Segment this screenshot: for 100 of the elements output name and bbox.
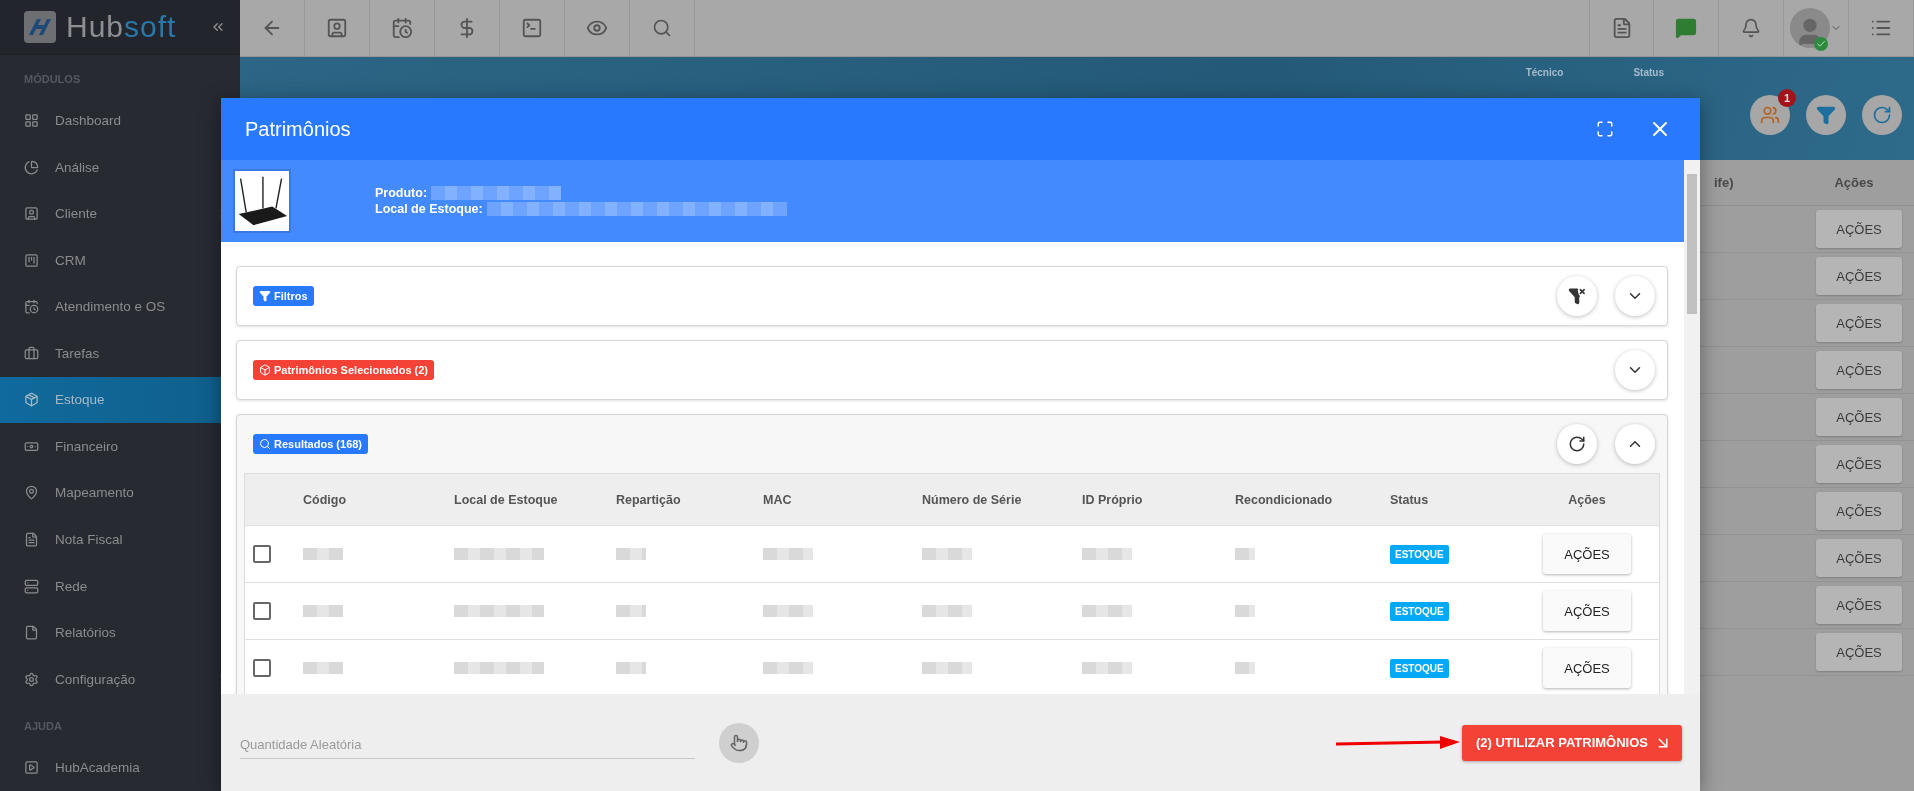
file-icon: [24, 625, 39, 641]
column-header: Código: [303, 492, 348, 507]
row-checkbox[interactable]: [253, 659, 271, 677]
sidebar-item[interactable]: Financeiro: [0, 423, 240, 470]
logo-icon: [24, 11, 56, 44]
sidebar-item[interactable]: Rede: [0, 562, 240, 610]
blurred-value: [303, 605, 343, 617]
column-header: ID Próprio: [1082, 492, 1144, 507]
sidebar-item[interactable]: Tarefas: [0, 330, 240, 377]
section-tag[interactable]: Filtros: [253, 286, 314, 306]
actions-button[interactable]: AÇÕES: [1816, 492, 1902, 530]
pointer-button[interactable]: [719, 722, 759, 763]
blurred-value: [616, 662, 646, 674]
bell-icon: [1741, 18, 1761, 38]
section-tag[interactable]: Resultados (168): [253, 434, 369, 454]
refresh-icon: [1872, 105, 1892, 125]
settings-icon: [24, 671, 39, 687]
pie-chart-icon: [24, 159, 39, 175]
briefcase-icon: [24, 345, 39, 361]
filter-button[interactable]: [1806, 95, 1846, 135]
clear-filter-icon: [1568, 287, 1586, 305]
document-icon: [24, 532, 39, 547]
count-badge: 1: [1778, 89, 1796, 107]
pdf-button[interactable]: [1589, 0, 1654, 56]
actions-button[interactable]: AÇÕES: [1816, 257, 1902, 295]
blurred-value: [922, 662, 972, 674]
column-header: Número de Série: [922, 492, 1023, 507]
actions-button[interactable]: AÇÕES: [1816, 586, 1902, 624]
blurred-value: [763, 662, 813, 674]
actions-button[interactable]: AÇÕES: [1816, 398, 1902, 436]
column-header: ife): [1714, 175, 1735, 190]
sidebar-item[interactable]: Cliente: [0, 190, 240, 237]
blurred-value: [616, 605, 646, 617]
blurred-value: [763, 605, 813, 617]
terminal-icon: [521, 17, 543, 39]
sidebar-item[interactable]: Mapeamento: [0, 469, 240, 517]
hand-pointer-icon: [730, 733, 748, 752]
map-pin-icon: [24, 485, 39, 501]
status-tag: ESTOQUE: [1390, 544, 1449, 564]
refresh-button[interactable]: [1557, 424, 1597, 464]
actions-button[interactable]: AÇÕES: [1543, 591, 1631, 631]
sidebar-item[interactable]: CRM: [0, 236, 240, 284]
sidebar-item[interactable]: Nota Fiscal: [0, 516, 240, 563]
contact-icon: [24, 206, 39, 222]
contact-icon: [326, 17, 348, 39]
modal-title: Patrimônios: [245, 117, 352, 141]
column-header: Recondicionado: [1235, 492, 1334, 507]
field-label: Local de Estoque:: [375, 202, 483, 216]
video-icon: [24, 760, 39, 776]
sidebar-item[interactable]: Dashboard: [0, 97, 240, 144]
actions-button[interactable]: AÇÕES: [1816, 633, 1902, 671]
blurred-value: [922, 548, 972, 560]
field-label: Produto:: [375, 186, 428, 200]
actions-button[interactable]: AÇÕES: [1816, 539, 1902, 577]
calendar-clock-icon: [24, 299, 39, 315]
actions-button[interactable]: AÇÕES: [1543, 534, 1631, 574]
row-checkbox[interactable]: [253, 602, 271, 620]
avatar-icon: [1790, 8, 1830, 48]
column-header: Ações: [1833, 175, 1875, 190]
blurred-value: [1082, 548, 1132, 560]
users-icon: [1760, 105, 1780, 125]
blurred-value: [303, 548, 343, 560]
blurred-value: [922, 605, 972, 617]
use-assets-button[interactable]: (2) UTILIZAR PATRIMÔNIOS: [1461, 724, 1682, 761]
quantity-field[interactable]: Quantidade Aleatória: [240, 730, 695, 759]
column-header: Repartição: [616, 492, 682, 507]
section-tag[interactable]: Patrimônios Selecionados (2): [253, 360, 435, 380]
actions-button[interactable]: AÇÕES: [1543, 648, 1631, 688]
status-tag: ESTOQUE: [1390, 658, 1449, 678]
blurred-value: [303, 662, 343, 674]
sidebar-item[interactable]: Relatórios: [0, 609, 240, 656]
column-header: Ações: [1567, 492, 1607, 507]
users-button[interactable]: [1750, 95, 1790, 135]
filter-label: Status: [1633, 67, 1664, 78]
status-tag: ESTOQUE: [1390, 601, 1449, 621]
refresh-icon: [1568, 435, 1586, 453]
filter-icon: [1816, 105, 1836, 125]
logo-text: Hubsoft: [66, 10, 178, 45]
search-icon: [259, 438, 271, 450]
grid-icon: [24, 113, 39, 129]
cube-icon: [259, 364, 271, 376]
blurred-value: [1082, 662, 1132, 674]
fullscreen-icon: [1596, 120, 1614, 138]
sidebar-item[interactable]: HubAcademia: [0, 744, 240, 791]
clear-filter-button[interactable]: [1557, 276, 1597, 316]
router-drawing: [233, 169, 291, 233]
sidebar-item[interactable]: Análise: [0, 143, 240, 191]
server-icon: [24, 578, 39, 594]
actions-button[interactable]: AÇÕES: [1816, 210, 1902, 248]
board-icon: [24, 252, 39, 268]
column-header: MAC: [763, 492, 793, 507]
sidebar-item[interactable]: Atendimento e OS: [0, 283, 240, 331]
row-checkbox[interactable]: [253, 545, 271, 563]
blurred-value: [1235, 662, 1255, 674]
actions-button[interactable]: AÇÕES: [1816, 351, 1902, 389]
column-header: Local de Estoque: [454, 492, 559, 507]
blurred-value: [1082, 605, 1132, 617]
search-icon: [652, 18, 672, 38]
actions-button[interactable]: AÇÕES: [1816, 304, 1902, 342]
actions-button[interactable]: AÇÕES: [1816, 445, 1902, 483]
